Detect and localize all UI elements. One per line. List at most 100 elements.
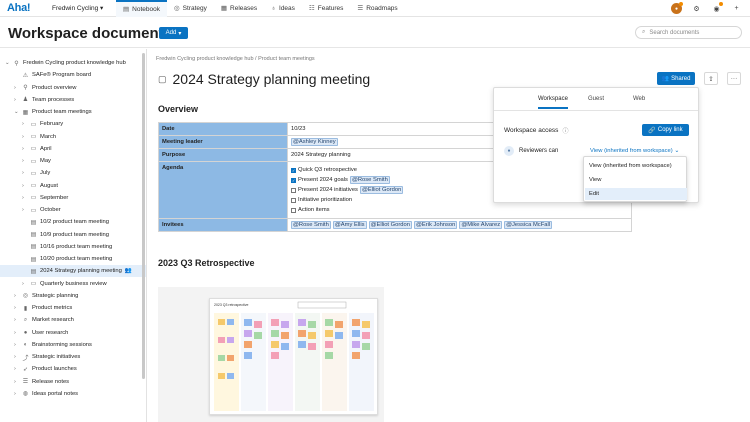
- sidebar-item[interactable]: › ▭ August: [22, 180, 58, 192]
- checkbox[interactable]: [291, 197, 296, 203]
- breadcrumb[interactable]: Fredwin Cycling product knowledge hub / …: [156, 56, 315, 62]
- sidebar-item[interactable]: › ● User research: [14, 327, 68, 339]
- chevron-icon[interactable]: ›: [14, 317, 19, 323]
- chevron-icon[interactable]: ›: [22, 121, 27, 127]
- user-avatar[interactable]: ●: [671, 2, 683, 14]
- permission-option[interactable]: View (inherited from workspace): [585, 160, 687, 172]
- sidebar-item[interactable]: › ☰ Release notes: [14, 376, 69, 388]
- sidebar-item[interactable]: ▤ 10/16 product team meeting: [22, 241, 113, 253]
- chevron-icon[interactable]: ⌄: [5, 60, 10, 66]
- shared-button[interactable]: 👥 Shared: [657, 72, 695, 85]
- sidebar-item[interactable]: › ▮ Product metrics: [14, 302, 72, 314]
- user-mention[interactable]: @Elliot Gordon: [368, 221, 412, 229]
- tab-notebook[interactable]: ▤ Notebook: [116, 0, 167, 17]
- sidebar-item[interactable]: › ▭ Quarterly business review: [22, 278, 107, 290]
- chevron-icon[interactable]: ›: [22, 158, 27, 164]
- chevron-icon[interactable]: ›: [22, 207, 27, 213]
- sidebar-item[interactable]: › ⌕ Market research: [14, 314, 74, 326]
- checkbox[interactable]: ✓: [291, 167, 296, 173]
- help-icon[interactable]: ◉: [711, 2, 723, 14]
- document-title-text[interactable]: 2024 Strategy planning meeting: [173, 71, 371, 87]
- sidebar-item[interactable]: › ⤴ Strategic initiatives: [14, 351, 80, 363]
- agenda-item-text[interactable]: Quick Q3 retrospective: [298, 167, 357, 173]
- share-tab-guest[interactable]: Guest: [588, 96, 604, 102]
- sidebar-item[interactable]: › ▭ March: [22, 131, 56, 143]
- sidebar-item[interactable]: ⌄ ▦ Product team meetings: [14, 106, 92, 118]
- plus-icon[interactable]: +: [731, 3, 742, 14]
- sidebar-item-label: Fredwin Cycling product knowledge hub: [23, 60, 126, 66]
- user-mention[interactable]: @Ashley Kinney: [291, 138, 338, 146]
- chevron-icon[interactable]: ›: [14, 391, 19, 397]
- aha-logo[interactable]: Aha!: [7, 2, 45, 14]
- share-tab-workspace[interactable]: Workspace: [538, 96, 568, 109]
- chevron-icon[interactable]: ›: [14, 85, 19, 91]
- more-icon[interactable]: ···: [727, 72, 741, 85]
- chevron-icon[interactable]: ›: [22, 146, 27, 152]
- user-mention[interactable]: @Rose Smith: [349, 176, 390, 184]
- export-icon[interactable]: ⇪: [704, 72, 718, 85]
- retro-whiteboard-image[interactable]: 2023 Q3 retrospective: [209, 298, 378, 415]
- chevron-icon[interactable]: ›: [14, 330, 19, 336]
- checkbox[interactable]: ✓: [291, 177, 296, 183]
- permission-option[interactable]: View: [585, 174, 687, 186]
- tab-ideas[interactable]: ♁ Ideas: [264, 0, 302, 17]
- gear-icon[interactable]: ⚙: [691, 3, 702, 14]
- agenda-item-text[interactable]: Present 2024 goals: [298, 177, 348, 183]
- chevron-icon[interactable]: ›: [14, 305, 19, 311]
- sidebar-item[interactable]: ▤ 10/9 product team meeting: [22, 229, 109, 241]
- sidebar-item[interactable]: › ⚲ Product overview: [14, 82, 76, 94]
- sidebar-item[interactable]: › ◍ Ideas portal notes: [14, 388, 78, 400]
- chevron-icon[interactable]: ›: [14, 379, 19, 385]
- chevron-icon[interactable]: ›: [14, 354, 19, 360]
- sidebar-item[interactable]: › ▭ February: [22, 118, 63, 130]
- tab-roadmaps[interactable]: ☰ Roadmaps: [350, 0, 404, 17]
- chevron-icon[interactable]: ›: [14, 293, 19, 299]
- sidebar-item[interactable]: › ▭ September: [22, 192, 68, 204]
- tab-releases[interactable]: ▦ Releases: [214, 0, 264, 17]
- user-mention[interactable]: @Rose Smith: [291, 221, 331, 229]
- user-mention[interactable]: @Mike Alvarez: [459, 221, 503, 229]
- workspace-selector[interactable]: Fredwin Cycling ▾: [52, 4, 116, 12]
- sidebar-item[interactable]: ⌄ ⚲ Fredwin Cycling product knowledge hub: [5, 57, 126, 69]
- reviewers-permission-select[interactable]: View (inherited from workspace) ⌄: [590, 148, 679, 154]
- sidebar-item[interactable]: ⚠ SAFe® Program board: [14, 69, 91, 81]
- tab-strategy[interactable]: ◎ Strategy: [167, 0, 214, 17]
- tab-features[interactable]: ☷ Features: [302, 0, 350, 17]
- chevron-icon[interactable]: ›: [22, 134, 27, 140]
- sidebar-item[interactable]: ▤ 10/20 product team meeting: [22, 253, 113, 265]
- chevron-icon[interactable]: ›: [22, 281, 27, 287]
- checkbox[interactable]: [291, 187, 296, 193]
- user-mention[interactable]: @Erik Johnson: [413, 221, 458, 229]
- agenda-item-text[interactable]: Present 2024 initiatives: [298, 187, 358, 193]
- chevron-icon[interactable]: ›: [22, 195, 27, 201]
- chevron-icon[interactable]: ›: [22, 170, 27, 176]
- chevron-icon[interactable]: ⌄: [14, 109, 19, 115]
- sidebar-item[interactable]: › ♟ Team processes: [14, 94, 74, 106]
- chevron-icon[interactable]: ›: [14, 366, 19, 372]
- sidebar-item[interactable]: › ▭ April: [22, 143, 52, 155]
- sidebar-scrollbar[interactable]: [142, 53, 145, 379]
- sidebar-item[interactable]: ▤ 2024 Strategy planning meeting 👥: [0, 265, 146, 278]
- sidebar-item[interactable]: › ◎ Strategic planning: [14, 290, 78, 302]
- add-button[interactable]: Add ▾: [159, 27, 188, 39]
- search-input[interactable]: ⌕ Search documents: [635, 26, 742, 39]
- user-mention[interactable]: @Amy Ellis: [332, 221, 367, 229]
- sidebar-item[interactable]: › ➶ Product launches: [14, 363, 77, 375]
- chevron-icon[interactable]: ›: [14, 342, 19, 348]
- checkbox[interactable]: [291, 207, 296, 213]
- copy-link-button[interactable]: 🔗 Copy link: [642, 124, 689, 136]
- user-mention[interactable]: @Elliot Gordon: [359, 186, 404, 194]
- sidebar-item[interactable]: › ◐ Brainstorming sessions: [14, 339, 92, 351]
- agenda-item-text[interactable]: Initiative prioritization: [298, 197, 352, 203]
- agenda-item-text[interactable]: Action items: [298, 207, 330, 213]
- user-mention[interactable]: @Jessica McFall: [504, 221, 553, 229]
- share-tab-web[interactable]: Web: [633, 96, 645, 102]
- sidebar-item[interactable]: › ▭ May: [22, 155, 51, 167]
- chevron-icon[interactable]: ›: [14, 97, 19, 103]
- sidebar-item[interactable]: ▤ 10/2 product team meeting: [22, 216, 109, 228]
- chevron-icon[interactable]: ›: [22, 183, 27, 189]
- sidebar-item[interactable]: › ▭ July: [22, 167, 50, 179]
- help-icon[interactable]: ⓘ: [562, 126, 568, 135]
- sidebar-item[interactable]: › ▭ October: [22, 204, 61, 216]
- permission-option[interactable]: Edit: [585, 188, 687, 200]
